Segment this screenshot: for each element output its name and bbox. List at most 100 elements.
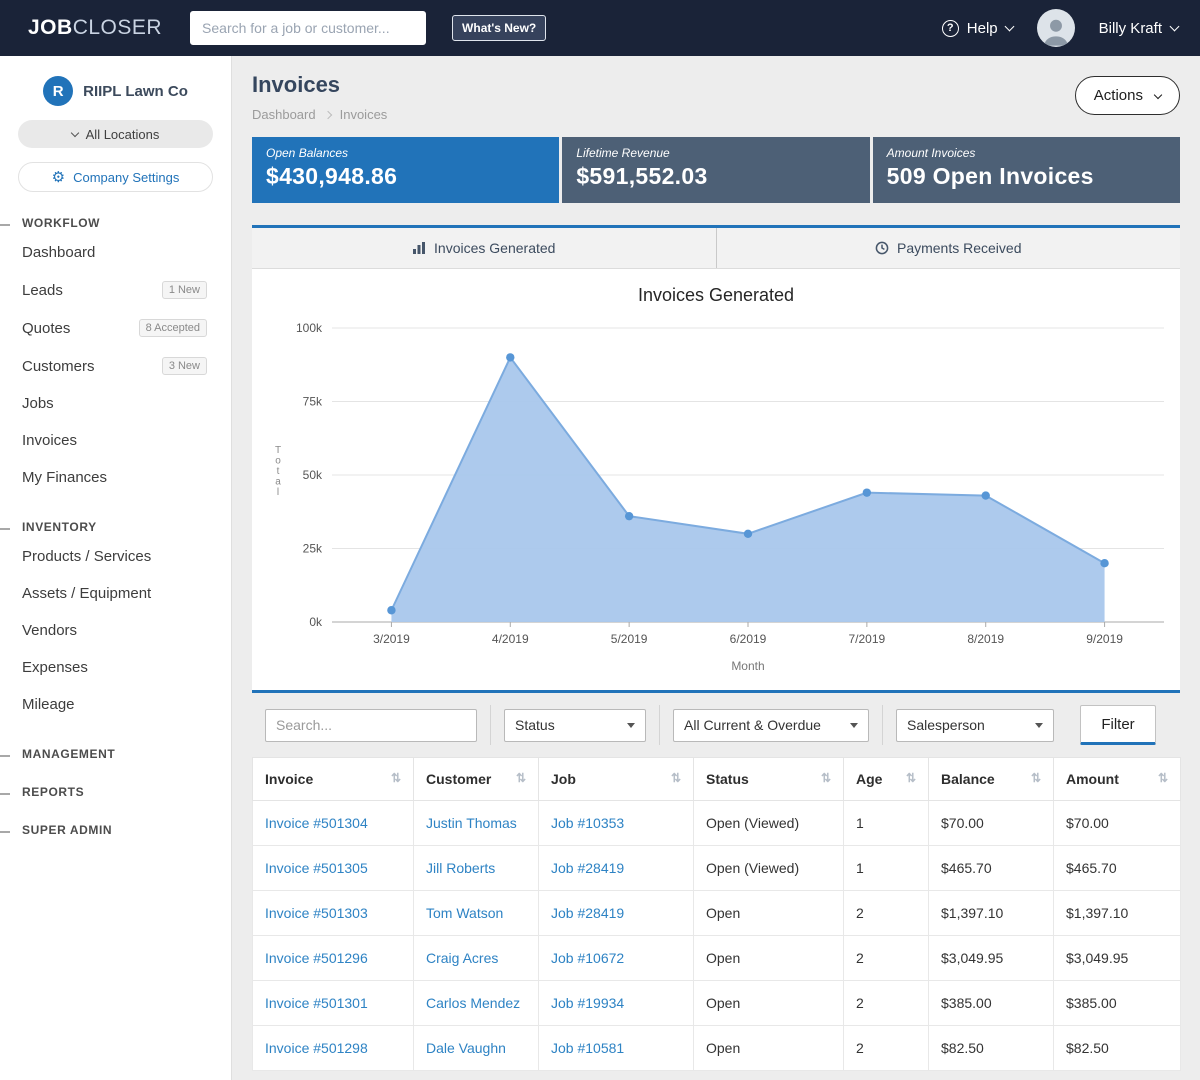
whats-new-button[interactable]: What's New? [452,15,546,41]
sidebar-item-quotes[interactable]: Quotes 8 Accepted [0,309,231,347]
col-header-invoice[interactable]: Invoice [253,758,414,801]
age-cell: 2 [844,936,929,981]
clock-icon [875,241,889,255]
sidebar-item-leads[interactable]: Leads 1 New [0,271,231,309]
job-link[interactable]: Job #19934 [551,995,624,1011]
stat-label: Lifetime Revenue [576,146,855,160]
invoice-link[interactable]: Invoice #501298 [265,1040,368,1056]
main-content: Invoices Dashboard Invoices Actions Open… [232,56,1200,1080]
customer-link[interactable]: Tom Watson [426,905,503,921]
nav-section-management[interactable]: MANAGEMENT [0,747,231,761]
sidebar-item-dashboard[interactable]: Dashboard [0,234,231,271]
job-cell: Job #10581 [539,1026,694,1071]
page-title: Invoices [252,72,387,98]
invoice-link[interactable]: Invoice #501305 [265,860,368,876]
sort-icon[interactable] [1158,771,1168,785]
status-cell: Open [694,936,844,981]
nav-section-reports[interactable]: REPORTS [0,785,231,799]
nav-label: Dashboard [22,244,95,261]
svg-text:Total: Total [275,445,281,498]
user-menu[interactable]: Billy Kraft [1099,20,1178,37]
sidebar-item-my-finances[interactable]: My Finances [0,459,231,496]
col-header-job[interactable]: Job [539,758,694,801]
help-menu[interactable]: Help [942,20,1013,37]
sort-icon[interactable] [671,771,681,785]
person-icon [1039,13,1073,47]
global-search-input[interactable] [190,11,426,45]
invoice-link[interactable]: Invoice #501301 [265,995,368,1011]
sort-icon[interactable] [821,771,831,785]
filter-button[interactable]: Filter [1080,705,1156,745]
col-label: Invoice [265,771,313,787]
col-header-status[interactable]: Status [694,758,844,801]
app-logo[interactable]: JOBCLOSER [28,16,162,40]
sort-icon[interactable] [1031,771,1041,785]
tab-invoices-generated[interactable]: Invoices Generated [252,228,716,268]
sidebar-item-mileage[interactable]: Mileage [0,686,231,723]
svg-text:5/2019: 5/2019 [611,632,648,646]
customer-cell: Tom Watson [414,891,539,936]
amount-cell: $465.70 [1054,846,1181,891]
stat-card-amount-invoices: Amount Invoices 509 Open Invoices [873,137,1180,203]
sort-icon[interactable] [391,771,401,785]
customer-link[interactable]: Justin Thomas [426,815,517,831]
job-cell: Job #19934 [539,981,694,1026]
customer-link[interactable]: Carlos Mendez [426,995,520,1011]
table-row: Invoice #501301 Carlos Mendez Job #19934… [253,981,1181,1026]
job-link[interactable]: Job #10581 [551,1040,624,1056]
age-cell: 2 [844,981,929,1026]
status-cell: Open [694,1026,844,1071]
nav-section-super-admin[interactable]: SUPER ADMIN [0,823,231,837]
sidebar-item-expenses[interactable]: Expenses [0,649,231,686]
sidebar-item-vendors[interactable]: Vendors [0,612,231,649]
col-header-customer[interactable]: Customer [414,758,539,801]
actions-button[interactable]: Actions [1075,76,1180,115]
sidebar-item-products-services[interactable]: Products / Services [0,538,231,575]
col-header-balance[interactable]: Balance [929,758,1054,801]
customer-link[interactable]: Craig Acres [426,950,498,966]
col-header-amount[interactable]: Amount [1054,758,1181,801]
customer-link[interactable]: Dale Vaughn [426,1040,506,1056]
breadcrumb-dashboard[interactable]: Dashboard [252,107,316,122]
chart-title: Invoices Generated [252,285,1180,306]
nav-section-workflow: WORKFLOW [0,216,231,230]
chevron-down-icon [70,129,78,137]
help-label: Help [967,20,998,37]
tab-payments-received[interactable]: Payments Received [716,228,1181,268]
invoices-generated-chart[interactable]: 0k25k50k75k100k3/20194/20195/20196/20197… [252,310,1180,684]
company-settings-button[interactable]: Company Settings [18,162,213,192]
table-row: Invoice #501305 Jill Roberts Job #28419 … [253,846,1181,891]
avatar[interactable] [1037,9,1075,47]
nav-label: Vendors [22,622,77,639]
status-cell: Open [694,891,844,936]
sidebar-item-jobs[interactable]: Jobs [0,385,231,422]
invoice-link[interactable]: Invoice #501296 [265,950,368,966]
breadcrumb-current: Invoices [340,107,388,122]
col-header-age[interactable]: Age [844,758,929,801]
salesperson-select[interactable]: Salesperson [896,709,1054,742]
status-select-value: Status [515,717,555,733]
balance-cell: $465.70 [929,846,1054,891]
sidebar-item-invoices[interactable]: Invoices [0,422,231,459]
customer-link[interactable]: Jill Roberts [426,860,495,876]
svg-text:3/2019: 3/2019 [373,632,410,646]
company-logo: R [43,76,73,106]
invoice-link[interactable]: Invoice #501304 [265,815,368,831]
table-search-input[interactable] [265,709,477,742]
locations-dropdown[interactable]: All Locations [18,120,213,148]
sidebar: R RIIPL Lawn Co All Locations Company Se… [0,56,232,1080]
status-select[interactable]: Status [504,709,646,742]
sort-icon[interactable] [906,771,916,785]
sort-icon[interactable] [516,771,526,785]
customer-cell: Dale Vaughn [414,1026,539,1071]
svg-text:50k: 50k [303,468,323,482]
sidebar-item-customers[interactable]: Customers 3 New [0,347,231,385]
job-link[interactable]: Job #10672 [551,950,624,966]
invoice-link[interactable]: Invoice #501303 [265,905,368,921]
job-link[interactable]: Job #28419 [551,860,624,876]
company-header[interactable]: R RIIPL Lawn Co [0,56,231,118]
job-link[interactable]: Job #28419 [551,905,624,921]
current-overdue-select[interactable]: All Current & Overdue [673,709,869,742]
sidebar-item-assets-equipment[interactable]: Assets / Equipment [0,575,231,612]
job-link[interactable]: Job #10353 [551,815,624,831]
